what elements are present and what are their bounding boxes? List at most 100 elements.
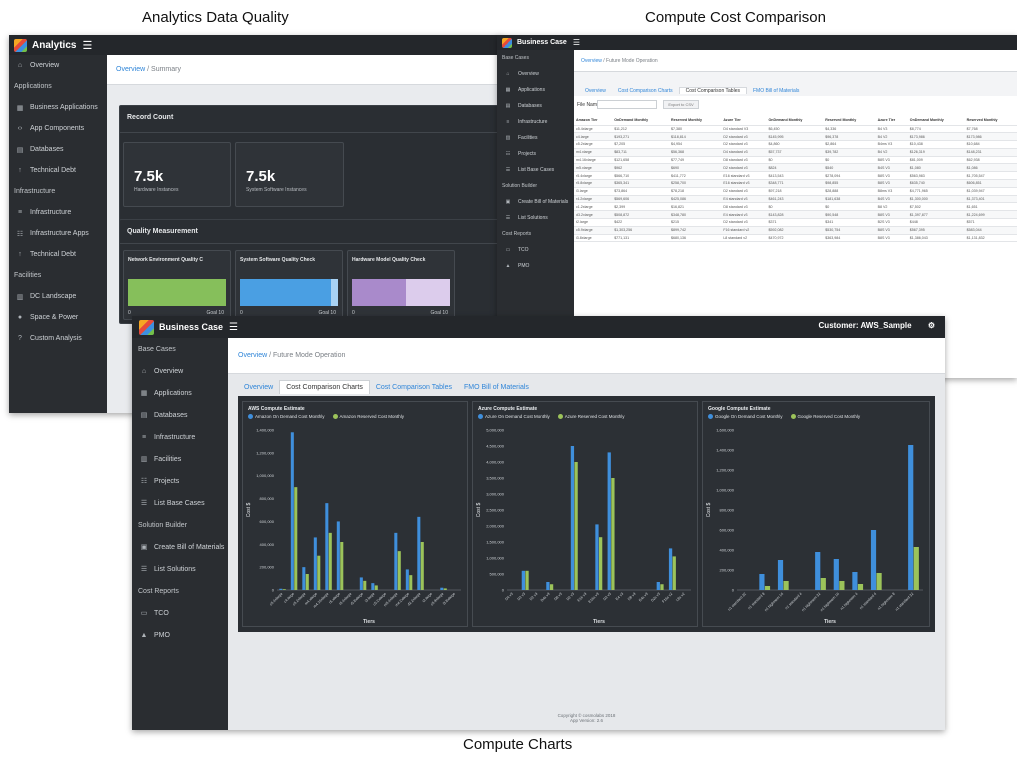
chart-bar <box>279 588 283 590</box>
grid-icon: ▦ <box>505 87 511 93</box>
table-cell: $118,814 <box>668 132 722 142</box>
table-header-cell[interactable]: OnDemand Monthly <box>907 115 965 126</box>
y-tick-label: 1,200,000 <box>256 450 275 455</box>
x-tick-label: r5.8xlarge <box>350 592 364 606</box>
charts-container: AWS Compute Estimate Amazon On Demand Cos… <box>238 396 935 632</box>
chart-bar <box>668 548 673 590</box>
chart-bar <box>839 581 845 590</box>
tab-fmo-bill-of-materials[interactable]: FMO Bill of Materials <box>458 381 535 394</box>
tab-cost-comparison-charts[interactable]: Cost Comparison Charts <box>612 88 679 94</box>
sidebar-item[interactable]: ≡ Infrastructure <box>132 426 228 448</box>
hamburger-icon[interactable]: ☰ <box>229 322 238 333</box>
x-tick-label: n1 standard 4 <box>859 592 877 610</box>
export-csv-button[interactable]: Export to CSV <box>663 100 699 109</box>
sidebar-item[interactable]: ☷ Projects <box>132 470 228 492</box>
sidebar-item-label: Custom Analysis <box>30 335 82 342</box>
table-header-cell[interactable]: OnDemand Monthly <box>766 115 824 126</box>
sidebar-item-label: Infrastructure <box>14 188 56 195</box>
quality-progress-fill <box>352 279 406 306</box>
sidebar-item[interactable]: ☰ List Base Cases <box>497 162 574 178</box>
table-cell: $7,380 <box>668 125 722 134</box>
table-cell: D4 standard v3 <box>721 148 767 157</box>
sidebar-item[interactable]: ▤ Databases <box>497 98 574 114</box>
tab-overview[interactable]: Overview <box>579 88 612 94</box>
sidebar-item[interactable]: ↑ Technical Debt <box>9 160 107 181</box>
sidebar-item[interactable]: ≡ Infrastructure <box>9 202 107 223</box>
sidebar-item[interactable]: ☰ List Base Cases <box>132 492 228 514</box>
table-header-cell[interactable]: Azure Tier <box>721 115 767 126</box>
quality-check-title: System Software Quality Check <box>240 257 316 263</box>
sidebar-item[interactable]: ▦ Business Applications <box>9 97 107 118</box>
sidebar-section-heading: Base Cases <box>132 338 228 360</box>
sidebar-item[interactable]: ▥ Facilities <box>497 130 574 146</box>
table-header-cell[interactable]: Reserved Monthly <box>964 115 1017 126</box>
table-cell: $563,983 <box>907 171 965 181</box>
table-header-cell[interactable]: Reserved Monthly <box>668 115 722 126</box>
hamburger-icon[interactable]: ☰ <box>82 39 92 52</box>
table-cell: $145,995 <box>766 132 824 142</box>
tab-cost-comparison-tables[interactable]: Cost Comparison Tables <box>678 87 747 94</box>
hamburger-icon[interactable]: ☰ <box>573 38 580 47</box>
sidebar-section-heading: Cost Reports <box>132 580 228 602</box>
y-tick-label: 1,400,000 <box>256 428 275 433</box>
table-cell: r5.4xlarge <box>574 171 613 181</box>
tab-cost-comparison-tables[interactable]: Cost Comparison Tables <box>370 381 458 394</box>
table-cell: $1,086 <box>964 163 1017 173</box>
table-header-cell[interactable]: Reserved Monthly <box>823 115 876 126</box>
table-header-cell[interactable]: Azure Tier <box>875 115 908 126</box>
file-name-input[interactable] <box>597 100 657 109</box>
sidebar-item[interactable]: ≡ Infrastructure <box>497 114 574 130</box>
gear-icon[interactable]: ⚙ <box>928 321 935 330</box>
table-cell: $215 <box>668 218 722 227</box>
tab-overview[interactable]: Overview <box>238 381 279 394</box>
breadcrumb-overview-link[interactable]: Overview <box>238 352 267 359</box>
chart-bar <box>525 570 529 590</box>
x-tick-label: D2s v3 <box>650 592 661 603</box>
home-icon: ⌂ <box>17 62 23 69</box>
table-header-cell[interactable]: Amazon Tier <box>574 115 613 126</box>
sidebar-item[interactable]: ▣ Create Bill of Materials <box>497 194 574 210</box>
sidebar-item[interactable]: ▥ Facilities <box>132 448 228 470</box>
chart-bar <box>363 580 367 590</box>
tab-cost-comparison-charts[interactable]: Cost Comparison Charts <box>279 380 370 394</box>
sidebar-item[interactable]: ⌂ Overview <box>497 66 574 82</box>
table-cell: $2,864 <box>823 140 876 149</box>
sidebar-item-label: Applications <box>518 87 545 93</box>
sidebar-item[interactable]: ▲ PMO <box>497 258 574 274</box>
sidebar-item[interactable]: ⌂ Overview <box>9 55 107 76</box>
sidebar-item[interactable]: ☰ List Solutions <box>497 210 574 226</box>
quality-check-card: Network Environment Quality C 0 Goal 10 <box>123 250 231 320</box>
sidebar-item[interactable]: ▦ Applications <box>497 82 574 98</box>
sidebar-item[interactable]: ☷ Projects <box>497 146 574 162</box>
sidebar-item[interactable]: ▤ Databases <box>9 139 107 160</box>
sidebar-item[interactable]: ⌂ Overview <box>132 360 228 382</box>
sidebar-section-heading: Facilities <box>9 265 107 286</box>
tab-fmo-bill-of-materials[interactable]: FMO Bill of Materials <box>747 88 805 94</box>
sidebar-item[interactable]: ▤ Databases <box>132 404 228 426</box>
sidebar-item[interactable]: ▥ DC Landscape <box>9 286 107 307</box>
sidebar-item[interactable]: ▣ Create Bill of Materials <box>132 536 228 558</box>
sidebar-item[interactable]: ▭ TCO <box>497 242 574 258</box>
debt-icon: ↑ <box>18 167 22 174</box>
sidebar-item[interactable]: ↑ Technical Debt <box>9 244 107 265</box>
sidebar-item[interactable]: ▦ Applications <box>132 382 228 404</box>
sidebar-item[interactable]: ‹› App Components <box>9 118 107 139</box>
footer-version: App Version: 2.6 <box>569 718 604 723</box>
breadcrumb-overview-link[interactable]: Overview <box>116 66 145 73</box>
breadcrumb-overview-link[interactable]: Overview <box>581 58 602 64</box>
sidebar-item-label: Cost Reports <box>138 587 179 595</box>
sidebar-item[interactable]: ● Space & Power <box>9 307 107 328</box>
chart-bar <box>595 524 599 590</box>
table-cell: $1,039,947 <box>964 187 1017 196</box>
sidebar-item[interactable]: ? Custom Analysis <box>9 328 107 349</box>
chart-plot: Cost $ 0 200,000 400,000 600,000 800,000 1,000… <box>706 428 923 625</box>
table-cell: r4.2xlarge <box>574 195 613 204</box>
chart-bar <box>777 560 784 590</box>
sidebar-item[interactable]: ▲ PMO <box>132 624 228 646</box>
sidebar-item[interactable]: ☷ Infrastructure Apps <box>9 223 107 244</box>
sidebar-item[interactable]: ▭ TCO <box>132 602 228 624</box>
chart-bar <box>394 532 398 590</box>
table-row: t2.large $422 $215 D2 standard v3 $371 $341 B2… <box>574 218 1017 227</box>
table-header-cell[interactable]: OnDemand Monthly <box>612 115 669 126</box>
sidebar-item[interactable]: ☰ List Solutions <box>132 558 228 580</box>
